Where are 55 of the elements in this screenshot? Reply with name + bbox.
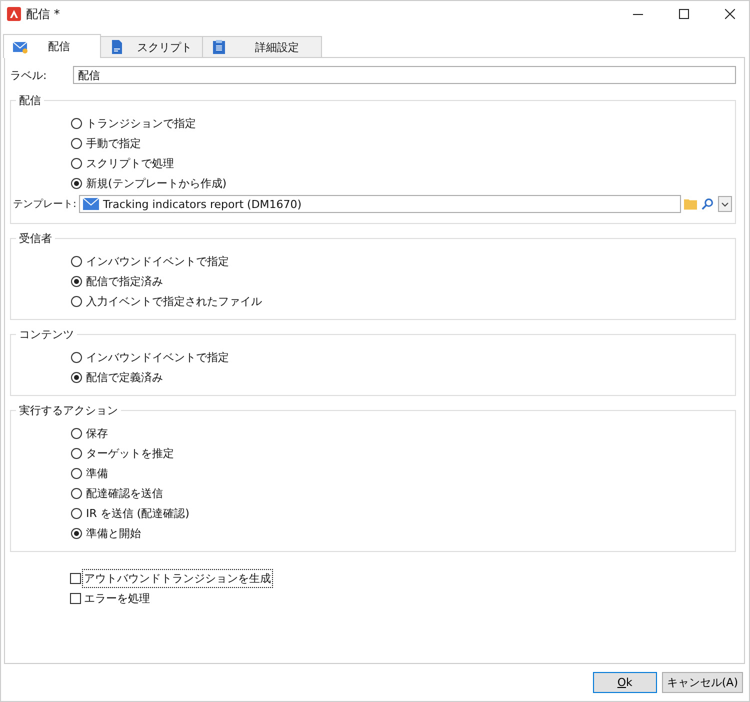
radio-button[interactable] <box>71 448 82 458</box>
radio-button[interactable] <box>71 352 82 362</box>
group-title: 配信 <box>16 93 44 108</box>
clipboard-icon <box>211 39 227 55</box>
radio-label[interactable]: 入力イベントで指定されたファイル <box>85 292 263 310</box>
checkbox-label[interactable]: アウトバウンドトランジションを生成 <box>83 570 272 586</box>
radio-label[interactable]: 配信で指定済み <box>85 272 164 290</box>
radio-label[interactable]: 保存 <box>85 424 109 442</box>
checkbox-label[interactable]: エラーを処理 <box>83 590 151 606</box>
radio-button[interactable] <box>71 276 82 286</box>
group-title: 受信者 <box>16 231 55 246</box>
maximize-icon[interactable] <box>679 9 689 19</box>
search-icon[interactable] <box>701 198 714 210</box>
radio-label[interactable]: 準備と開始 <box>85 524 142 542</box>
radio-button[interactable] <box>71 138 82 148</box>
radio-button[interactable] <box>71 296 82 306</box>
cancel-button[interactable]: キャンセル(A) <box>662 672 743 693</box>
radio-label[interactable]: トランジションで指定 <box>85 114 197 132</box>
radio-label[interactable]: 準備 <box>85 464 109 482</box>
radio-button[interactable] <box>71 528 82 538</box>
tab[interactable]: 詳細設定 <box>202 36 322 57</box>
dropdown-button[interactable] <box>718 196 732 212</box>
radio-button[interactable] <box>71 468 82 478</box>
close-icon[interactable] <box>725 9 735 19</box>
radio-button[interactable] <box>71 178 82 188</box>
radio-button[interactable] <box>71 256 82 266</box>
document-icon <box>109 39 125 55</box>
radio-label[interactable]: インバウンドイベントで指定 <box>85 252 230 270</box>
radio-button[interactable] <box>71 158 82 168</box>
radio-button[interactable] <box>71 488 82 498</box>
radio-label[interactable]: インバウンドイベントで指定 <box>85 348 230 366</box>
field-label: ラベル: <box>10 68 48 82</box>
radio-button[interactable] <box>71 118 82 128</box>
app-logo-icon <box>7 7 21 21</box>
radio-label[interactable]: 配達確認を送信 <box>85 484 164 502</box>
radio-button[interactable] <box>71 508 82 518</box>
window-title: 配信 * <box>26 6 60 22</box>
checkbox[interactable] <box>70 592 81 604</box>
ok-button[interactable]: Ok <box>592 672 657 693</box>
radio-label[interactable]: スクリプトで処理 <box>85 154 175 172</box>
radio-label[interactable]: 新規(テンプレートから作成) <box>85 174 228 192</box>
tab[interactable]: 配信 <box>3 34 101 58</box>
group-title: 実行するアクション <box>16 403 121 418</box>
field-label: テンプレート: <box>13 198 78 211</box>
checkbox[interactable] <box>70 572 81 584</box>
radio-label[interactable]: 手動で指定 <box>85 134 142 152</box>
radio-label[interactable]: ターゲットを推定 <box>85 444 175 462</box>
template-field[interactable]: Tracking indicators report (DM1670) <box>79 195 681 213</box>
radio-label[interactable]: 配信で定義済み <box>85 368 164 386</box>
radio-button[interactable] <box>71 428 82 438</box>
tab[interactable]: スクリプト <box>100 36 203 57</box>
label-field[interactable]: 配信 <box>73 66 736 84</box>
radio-label[interactable]: IR を送信 (配達確認) <box>85 504 190 522</box>
envelope-icon <box>83 198 99 210</box>
radio-button[interactable] <box>71 372 82 382</box>
